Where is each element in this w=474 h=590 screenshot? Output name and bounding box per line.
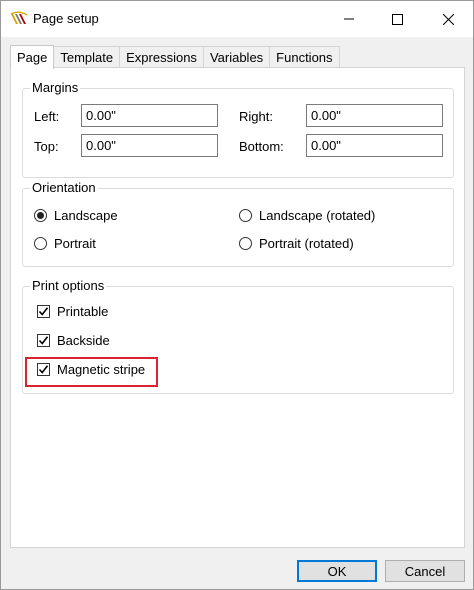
right-margin-input[interactable]: 0.00" bbox=[306, 104, 443, 127]
orientation-group: Orientation Landscape Landscape (rotated… bbox=[22, 180, 454, 267]
checkmark-icon bbox=[38, 307, 49, 316]
radio-landscape-label: Landscape bbox=[54, 208, 118, 223]
highlight-box bbox=[25, 357, 158, 387]
tab-page[interactable]: Page bbox=[10, 45, 55, 69]
print-options-group-title: Print options bbox=[30, 278, 107, 293]
radio-button[interactable] bbox=[239, 237, 252, 250]
left-margin-input[interactable]: 0.00" bbox=[81, 104, 218, 127]
radio-button[interactable] bbox=[34, 237, 47, 250]
close-button[interactable] bbox=[425, 1, 471, 37]
tab-variables[interactable]: Variables bbox=[202, 46, 271, 68]
minimize-icon bbox=[344, 14, 354, 24]
orientation-group-title: Orientation bbox=[30, 180, 98, 195]
minimize-button[interactable] bbox=[326, 1, 372, 37]
right-margin-label: Right: bbox=[239, 109, 273, 124]
checkbox-checked[interactable] bbox=[37, 305, 50, 318]
radio-portrait-rotated[interactable]: Portrait (rotated) bbox=[239, 236, 354, 251]
top-margin-input[interactable]: 0.00" bbox=[81, 134, 218, 157]
margins-group-title: Margins bbox=[30, 80, 81, 95]
window-title: Page setup bbox=[33, 11, 99, 26]
tab-functions[interactable]: Functions bbox=[269, 46, 340, 68]
tab-template[interactable]: Template bbox=[53, 46, 121, 68]
page-tab-panel: Margins Left: 0.00" Right: 0.00" Top: 0.… bbox=[10, 67, 465, 548]
backside-label: Backside bbox=[57, 333, 110, 348]
tab-strip: Page Template Expressions Variables Func… bbox=[10, 45, 340, 69]
radio-portrait[interactable]: Portrait bbox=[34, 236, 96, 251]
radio-portrait-rotated-label: Portrait (rotated) bbox=[259, 236, 354, 251]
radio-landscape-rotated-label: Landscape (rotated) bbox=[259, 208, 376, 223]
tab-expressions[interactable]: Expressions bbox=[119, 46, 204, 68]
app-logo-icon bbox=[10, 11, 28, 27]
ok-button[interactable]: OK bbox=[297, 560, 377, 582]
close-icon bbox=[442, 13, 454, 25]
left-margin-label: Left: bbox=[34, 109, 60, 124]
radio-landscape-rotated[interactable]: Landscape (rotated) bbox=[239, 208, 375, 223]
checkmark-icon bbox=[38, 336, 49, 345]
printable-label: Printable bbox=[57, 304, 109, 319]
radio-button-selected[interactable] bbox=[34, 209, 47, 222]
page-setup-dialog: Page setup Page Template Expressions Var… bbox=[0, 0, 474, 590]
checkbox-backside[interactable]: Backside bbox=[37, 333, 110, 348]
top-margin-label: Top: bbox=[34, 139, 59, 154]
maximize-icon bbox=[391, 13, 403, 25]
radio-button[interactable] bbox=[239, 209, 252, 222]
maximize-button[interactable] bbox=[374, 1, 420, 37]
checkbox-checked[interactable] bbox=[37, 334, 50, 347]
bottom-margin-input[interactable]: 0.00" bbox=[306, 134, 443, 157]
cancel-button[interactable]: Cancel bbox=[385, 560, 465, 582]
bottom-margin-label: Bottom: bbox=[239, 139, 284, 154]
title-bar[interactable]: Page setup bbox=[1, 1, 473, 37]
radio-portrait-label: Portrait bbox=[54, 236, 96, 251]
radio-landscape[interactable]: Landscape bbox=[34, 208, 118, 223]
checkbox-printable[interactable]: Printable bbox=[37, 304, 108, 319]
margins-group: Margins Left: 0.00" Right: 0.00" Top: 0.… bbox=[22, 80, 454, 178]
